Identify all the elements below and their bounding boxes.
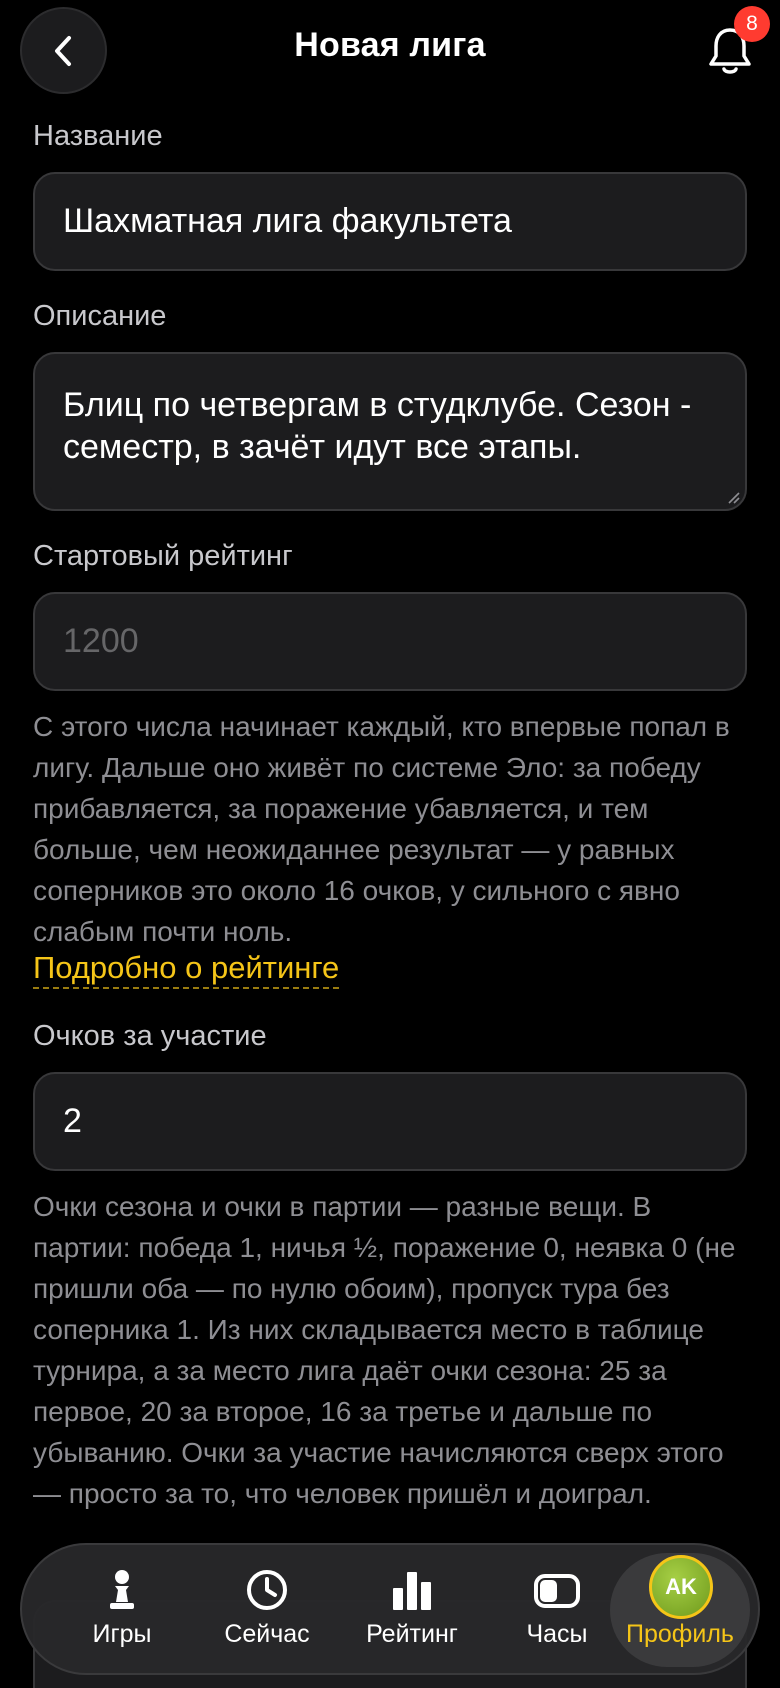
tab-rating[interactable]: Рейтинг bbox=[342, 1545, 482, 1673]
tab-clock-label: Часы bbox=[526, 1620, 588, 1648]
resize-handle-icon[interactable] bbox=[723, 487, 741, 505]
tab-games[interactable]: Игры bbox=[52, 1545, 192, 1673]
tab-now-label: Сейчас bbox=[224, 1620, 310, 1648]
description-label: Описание bbox=[33, 300, 167, 332]
description-textarea[interactable]: Блиц по четвергам в студклубе. Сезон - с… bbox=[33, 352, 747, 511]
tab-rating-label: Рейтинг bbox=[366, 1620, 458, 1648]
tab-games-label: Игры bbox=[92, 1620, 152, 1648]
participation-help-text: Очки сезона и очки в партии — разные вещ… bbox=[33, 1191, 736, 1509]
tab-clock[interactable]: Часы bbox=[487, 1545, 627, 1673]
description-text: Блиц по четвергам в студклубе. Сезон - с… bbox=[63, 386, 692, 466]
notification-badge: 8 bbox=[734, 6, 770, 42]
tab-profile[interactable]: AK Профиль bbox=[610, 1545, 750, 1673]
chess-pawn-icon bbox=[110, 1570, 134, 1609]
header: Новая лига 8 bbox=[0, 0, 780, 108]
bar-chart-icon bbox=[393, 1572, 431, 1610]
tab-profile-label: Профиль bbox=[626, 1620, 734, 1648]
name-label: Название bbox=[33, 120, 163, 152]
starting-rating-input[interactable]: 1200 bbox=[33, 592, 747, 691]
rating-label: Стартовый рейтинг bbox=[33, 540, 293, 572]
avatar: AK bbox=[649, 1555, 713, 1619]
tab-now[interactable]: Сейчас bbox=[197, 1545, 337, 1673]
participation-label: Очков за участие bbox=[33, 1020, 267, 1052]
name-input[interactable]: Шахматная лига факультета bbox=[33, 172, 747, 271]
rating-info-link[interactable]: Подробно о рейтинге bbox=[33, 950, 340, 989]
tab-bar: Игры Сейчас Рейтинг Часы AK Профиль bbox=[20, 1543, 760, 1675]
rating-help-text: С этого числа начинает каждый, кто вперв… bbox=[33, 711, 730, 947]
chess-clock-icon bbox=[534, 1574, 580, 1608]
page-title: Новая лига bbox=[294, 26, 486, 64]
clock-icon bbox=[247, 1570, 287, 1610]
participation-points-input[interactable]: 2 bbox=[33, 1072, 747, 1171]
